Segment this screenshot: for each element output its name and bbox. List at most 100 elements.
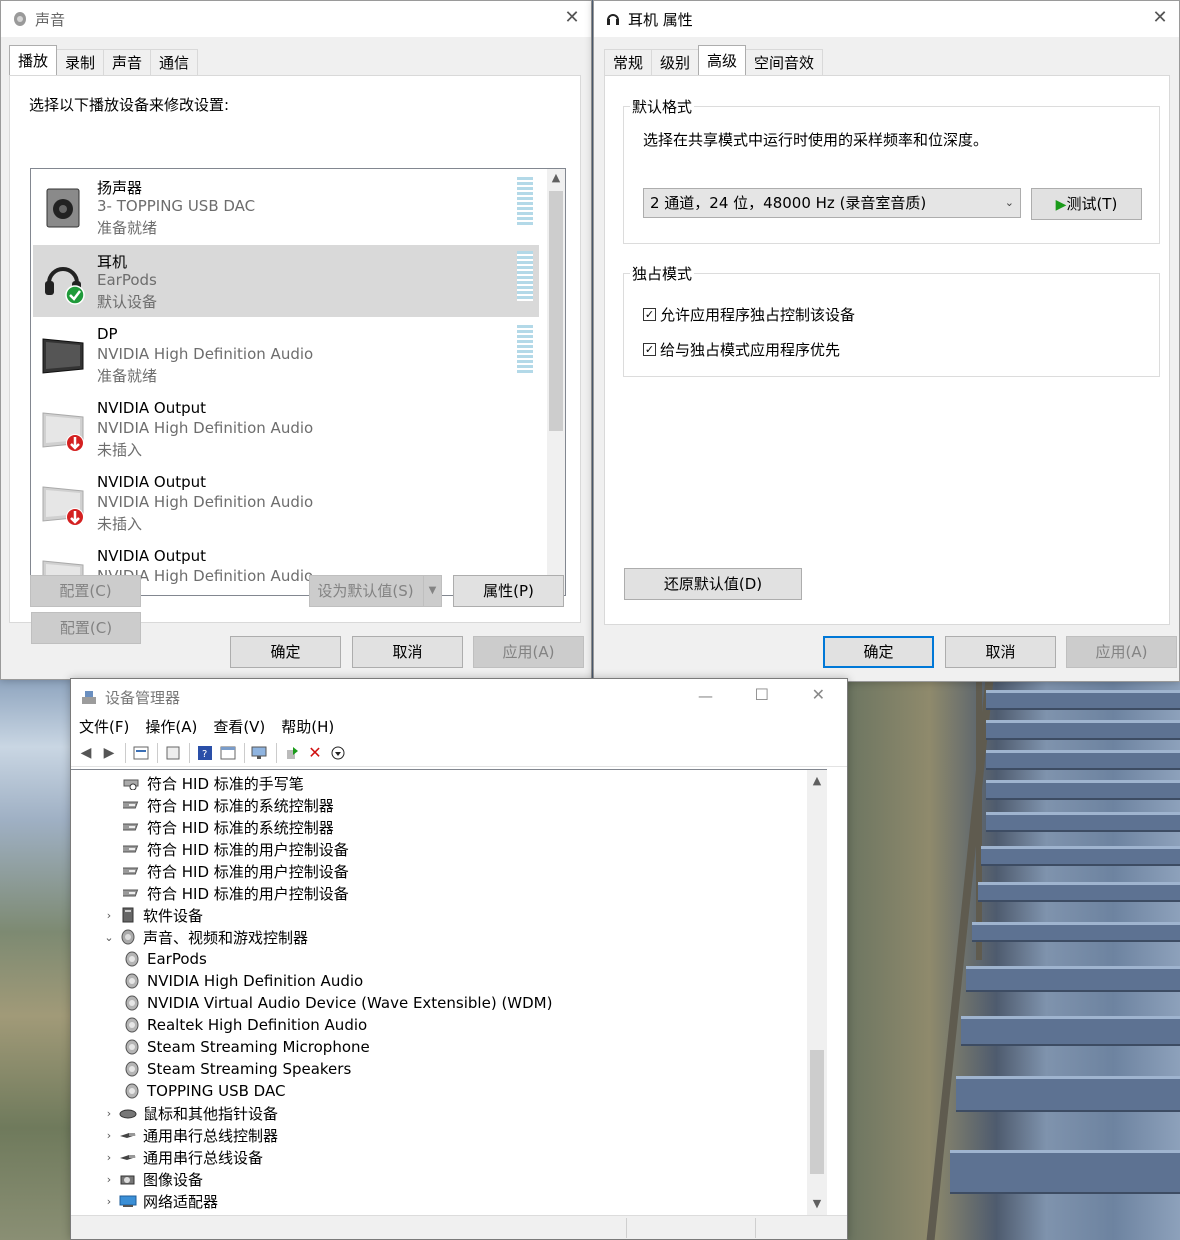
wallpaper-left	[0, 680, 72, 1240]
tree-category[interactable]: › 通用串行总线设备	[99, 1146, 263, 1168]
chevron-right-icon[interactable]: ›	[99, 1107, 119, 1120]
chevron-right-icon[interactable]: ›	[99, 1195, 119, 1208]
tree-category[interactable]: › 图像设备	[99, 1168, 203, 1190]
forward-arrow-icon[interactable]: ▶	[98, 742, 120, 764]
chevron-down-icon[interactable]: ⌄	[99, 931, 119, 944]
devmgr-titlebar: 设备管理器 — ☐ ✕	[71, 679, 847, 715]
playback-device-item[interactable]: 扬声器 3- TOPPING USB DAC 准备就绪	[33, 171, 539, 243]
tree-item[interactable]: Steam Streaming Microphone	[123, 1036, 370, 1058]
configure-button[interactable]: 配置(C)	[31, 612, 141, 644]
chevron-right-icon[interactable]: ›	[99, 1173, 119, 1186]
tab-recording[interactable]: 录制	[56, 49, 105, 75]
chevron-right-icon[interactable]: ›	[99, 909, 119, 922]
format-select[interactable]: 2 通道，24 位，48000 Hz (录音室音质) ⌄	[643, 188, 1021, 218]
tree-scrollbar[interactable]: ▲ ▼	[807, 770, 827, 1215]
properties-tabs: 常规 级别 高级 空间音效	[604, 45, 824, 75]
scroll-up-arrow-icon[interactable]: ▲	[547, 169, 565, 187]
tree-scroll-thumb[interactable]	[810, 1050, 824, 1174]
scan-hardware-icon[interactable]	[249, 742, 271, 764]
allow-exclusive-checkbox[interactable]: ✓ 允许应用程序独占控制该设备	[643, 304, 855, 325]
tree-item[interactable]: EarPods	[123, 948, 207, 970]
tab-levels[interactable]: 级别	[651, 49, 700, 75]
playback-device-item[interactable]: 耳机 EarPods 默认设备	[33, 245, 539, 317]
properties-button[interactable]: 属性(P)	[453, 575, 564, 607]
chevron-right-icon[interactable]: ›	[99, 1151, 119, 1164]
properties-cancel-button[interactable]: 取消	[945, 636, 1056, 668]
playback-device-item[interactable]: DP NVIDIA High Definition Audio 准备就绪	[33, 319, 539, 391]
set-default-button[interactable]: 设为默认值(S) ▼	[309, 575, 442, 607]
chevron-right-icon[interactable]: ›	[99, 1129, 119, 1142]
tree-item[interactable]: NVIDIA High Definition Audio	[123, 970, 363, 992]
tree-category[interactable]: › 软件设备	[99, 904, 203, 926]
tab-advanced[interactable]: 高级	[698, 45, 747, 75]
menu-action[interactable]: 操作(A)	[137, 715, 205, 739]
tree-item[interactable]: 符合 HID 标准的系统控制器	[123, 816, 334, 838]
sound-titlebar: 声音 ✕	[1, 1, 591, 37]
tree-item[interactable]: Realtek High Definition Audio	[123, 1014, 367, 1036]
tree-item[interactable]: Steam Streaming Speakers	[123, 1058, 351, 1080]
playback-device-item[interactable]: NVIDIA Output NVIDIA High Definition Audi…	[33, 393, 539, 465]
scroll-down-arrow-icon[interactable]: ▼	[807, 1195, 827, 1213]
set-default-dropdown-icon[interactable]: ▼	[423, 576, 441, 606]
properties-ok-button[interactable]: 确定	[823, 636, 934, 668]
tree-category[interactable]: › 通用串行总线控制器	[99, 1124, 278, 1146]
close-icon[interactable]: ✕	[1151, 9, 1169, 27]
sound-body: 播放 录制 声音 通信 选择以下播放设备来修改设置: 扬声器 3- TOPPING…	[1, 37, 591, 679]
test-label: 测试(T)	[1066, 195, 1118, 213]
maximize-icon[interactable]: ☐	[755, 685, 769, 704]
sound-cancel-button[interactable]: 取消	[352, 636, 463, 668]
tree-item[interactable]: TOPPING USB DAC	[123, 1080, 285, 1102]
uninstall-red-x-icon[interactable]: ✕	[304, 742, 326, 764]
scroll-thumb[interactable]	[549, 191, 563, 431]
menu-help[interactable]: 帮助(H)	[273, 715, 342, 739]
test-button[interactable]: ▶测试(T)	[1031, 188, 1142, 220]
exclusive-priority-checkbox[interactable]: ✓ 给与独占模式应用程序优先	[643, 339, 840, 360]
update-driver-icon[interactable]	[281, 742, 303, 764]
menu-view[interactable]: 查看(V)	[205, 715, 273, 739]
tab-playback[interactable]: 播放	[9, 45, 58, 75]
driver-icon[interactable]	[162, 742, 184, 764]
tree-label: 通用串行总线控制器	[143, 1126, 279, 1145]
tree-item[interactable]: 符合 HID 标准的手写笔	[123, 772, 304, 794]
device-name: 耳机	[97, 253, 128, 271]
playback-device-list[interactable]: 扬声器 3- TOPPING USB DAC 准备就绪 耳机 EarPods 默认设备 DP…	[30, 168, 566, 596]
tab-spatial-sound[interactable]: 空间音效	[745, 49, 824, 75]
close-icon[interactable]: ✕	[563, 9, 581, 27]
playback-device-item[interactable]: NVIDIA Output NVIDIA High Definition Audi…	[33, 467, 539, 539]
tree-label: 软件设备	[143, 906, 204, 925]
device-list-scrollbar[interactable]: ▲ ▼	[547, 169, 565, 595]
tree-item[interactable]: 符合 HID 标准的用户控制设备	[123, 860, 349, 882]
scroll-up-arrow-icon[interactable]: ▲	[807, 772, 827, 790]
sound-tabs: 播放 录制 声音 通信	[9, 45, 199, 75]
properties-apply-button[interactable]: 应用(A)	[1066, 636, 1177, 668]
tab-general[interactable]: 常规	[604, 49, 653, 75]
tree-category[interactable]: › 网络适配器	[99, 1190, 218, 1212]
tree-item[interactable]: 符合 HID 标准的系统控制器	[123, 794, 334, 816]
sound-apply-button[interactable]: 应用(A)	[473, 636, 584, 668]
allow-exclusive-label: 允许应用程序独占控制该设备	[660, 306, 856, 324]
volume-meter	[517, 325, 533, 375]
tree-item[interactable]: NVIDIA Virtual Audio Device (Wave Extens…	[123, 992, 552, 1014]
sound-ok-button[interactable]: 确定	[230, 636, 341, 668]
tree-item[interactable]: 符合 HID 标准的用户控制设备	[123, 838, 349, 860]
advanced-page: 默认格式 选择在共享模式中运行时使用的采样频率和位深度。 2 通道，24 位，4…	[604, 75, 1170, 625]
device-description: 3- TOPPING USB DAC	[97, 197, 256, 215]
help-icon[interactable]: ?	[194, 742, 216, 764]
tab-sounds[interactable]: 声音	[103, 49, 152, 75]
checkbox-checked-icon: ✓	[643, 308, 656, 321]
minimize-icon[interactable]: —	[698, 687, 713, 705]
restore-defaults-button[interactable]: 还原默认值(D)	[624, 568, 802, 600]
device-description: NVIDIA High Definition Audio	[97, 345, 314, 363]
tab-communications[interactable]: 通信	[150, 49, 199, 75]
download-circle-icon[interactable]	[327, 742, 349, 764]
tree-item[interactable]: 符合 HID 标准的用户控制设备	[123, 882, 349, 904]
tree-category[interactable]: ⌄ 声音、视频和游戏控制器	[99, 926, 308, 948]
tree-category[interactable]: › 鼠标和其他指针设备	[99, 1102, 278, 1124]
back-arrow-icon[interactable]: ◀	[75, 742, 97, 764]
configure-button-face[interactable]: 配置(C)	[30, 575, 141, 607]
properties-sheet-icon[interactable]	[130, 742, 152, 764]
menu-file[interactable]: 文件(F)	[71, 715, 137, 739]
view-panel-icon[interactable]	[217, 742, 239, 764]
close-icon[interactable]: ✕	[812, 685, 825, 704]
device-tree[interactable]: 符合 HID 标准的手写笔 符合 HID 标准的系统控制器 符合 HID 标准的系统…	[71, 769, 827, 1215]
